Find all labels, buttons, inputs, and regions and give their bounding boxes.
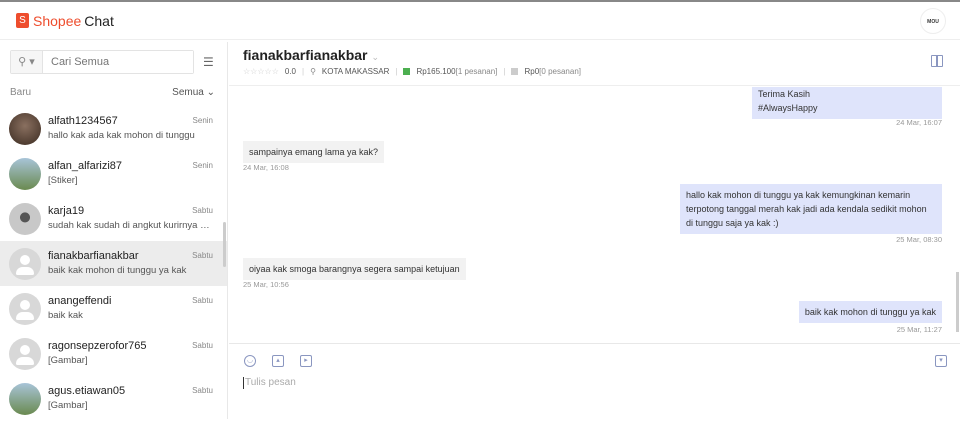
location-icon: ⚲ (310, 67, 316, 76)
profile-avatar[interactable]: MOU (920, 8, 946, 34)
composer: ◡ ▴ ▸ ▾ Tulis pesan (229, 343, 960, 419)
video-icon[interactable]: ▸ (300, 355, 312, 367)
timestamp: Sabtu (192, 296, 213, 305)
conversation-item[interactable]: agus.etiawan05 [Gambar] Sabtu (0, 376, 227, 421)
buyer-info: ☆☆☆☆☆ 0.0 | ⚲ KOTA MAKASSAR | Rp165.100[1 p… (243, 67, 581, 76)
message-preview: [Gambar] (48, 355, 88, 366)
timestamp: Senin (192, 161, 213, 170)
sort-label: Baru (10, 87, 32, 98)
conversation-item-selected[interactable]: fianakbarfianakbar baik kak mohon di tung… (0, 241, 227, 286)
default-avatar-icon (9, 338, 41, 370)
unpaid-orders: [0 pesanan] (539, 67, 581, 76)
avatar (9, 113, 41, 145)
conversation-item[interactable]: alfath1234567 hallo kak ada kak mohon di … (0, 106, 227, 151)
timestamp: Sabtu (192, 341, 213, 350)
shopee-bag-icon: S (16, 13, 29, 28)
contact-name-text: fianakbarfianakbar (243, 47, 368, 63)
paid-amount: Rp165.100 (416, 67, 456, 76)
message-list: Terima Kasih #AlwaysHappy 24 Mar, 16:07 … (229, 87, 960, 343)
chat-header: fianakbarfianakbar ⌄ ☆☆☆☆☆ 0.0 | ⚲ KOTA MAK… (229, 42, 960, 86)
chat-contact-name[interactable]: fianakbarfianakbar ⌄ (243, 47, 379, 63)
sent-message: Terima Kasih #AlwaysHappy (752, 87, 942, 119)
default-avatar-icon (9, 248, 41, 280)
contact-name: fianakbarfianakbar (48, 250, 139, 262)
conversation-item[interactable]: ragonsepzerofor765 [Gambar] Sabtu (0, 331, 227, 376)
toggle-panel-icon[interactable] (931, 55, 943, 67)
unpaid-amount: Rp0 (524, 67, 540, 76)
message-preview: [Gambar] (48, 400, 88, 411)
message-preview: [Stiker] (48, 175, 78, 186)
received-message: sampainya emang lama ya kak? (243, 141, 385, 163)
conversation-item[interactable]: alfan_alfarizi87 [Stiker] Senin (0, 151, 227, 196)
brand-text: Shopee (33, 12, 82, 29)
message-preview: sudah kak sudah di angkut kurirnya m... (48, 220, 210, 231)
rating-stars: ☆☆☆☆☆ (243, 67, 279, 76)
checklist-icon[interactable]: ☰ (203, 55, 214, 69)
search-icon: ⚲ (18, 56, 27, 68)
emoji-icon[interactable]: ◡ (244, 355, 256, 367)
message-preview: baik kak (48, 310, 83, 321)
paid-orders: [1 pesanan] (455, 67, 498, 76)
rating-value: 0.0 (284, 67, 296, 76)
sent-message: baik kak mohon di tunggu ya kak (798, 301, 942, 323)
timestamp: Sabtu (192, 386, 213, 395)
sent-message: hallo kak mohon di tunggu ya kak kemungk… (680, 184, 942, 234)
conversation-item[interactable]: karja19 sudah kak sudah di angkut kurirny… (0, 196, 227, 241)
shopee-chat-logo: S Shopee Chat (16, 13, 114, 29)
paid-orders-icon (403, 68, 411, 75)
city: KOTA MAKASSAR (321, 67, 390, 76)
search-input[interactable] (43, 51, 193, 73)
messages-scrollbar[interactable] (956, 272, 959, 332)
conversation-list: alfath1234567 hallo kak ada kak mohon di … (0, 106, 227, 421)
default-avatar-icon (9, 293, 41, 325)
timestamp: Sabtu (192, 206, 213, 215)
message-time: 25 Mar, 08:30 (896, 235, 942, 244)
contact-name: karja19 (48, 205, 85, 217)
search-type-dropdown[interactable]: ⚲ ▾ (11, 51, 43, 73)
message-input[interactable]: Tulis pesan (243, 377, 296, 389)
chevron-down-icon[interactable]: ⌄ (372, 52, 380, 62)
chat-text: Chat (84, 12, 114, 29)
contact-name: alfan_alfarizi87 (48, 160, 122, 172)
message-time: 25 Mar, 11:27 (896, 325, 942, 334)
avatar (9, 383, 41, 415)
contact-name: agus.etiawan05 (48, 385, 126, 397)
timestamp: Sabtu (192, 251, 213, 260)
contact-name: alfath1234567 (48, 115, 118, 127)
conversation-item[interactable]: anangeffendi baik kak Sabtu (0, 286, 227, 331)
image-icon[interactable]: ▴ (272, 355, 284, 367)
search-box: ⚲ ▾ (10, 50, 194, 74)
sidebar-scrollbar[interactable] (223, 222, 226, 267)
received-message: oiyaa kak smoga barangnya segera sampai … (243, 258, 466, 280)
filter-dropdown[interactable]: Semua ⌄ (172, 87, 215, 98)
message-preview: hallo kak ada kak mohon di tunggu (48, 130, 195, 141)
unpaid-orders-icon (511, 68, 519, 75)
message-preview: baik kak mohon di tunggu ya kak (48, 265, 187, 276)
message-time: 24 Mar, 16:08 (243, 163, 289, 172)
message-time: 24 Mar, 16:07 (896, 118, 942, 127)
quick-reply-icon[interactable]: ▾ (935, 355, 947, 367)
contact-name: anangeffendi (48, 295, 112, 307)
avatar (9, 158, 41, 190)
top-bar: S Shopee Chat MOU (0, 2, 960, 40)
contact-name: ragonsepzerofor765 (48, 340, 147, 352)
avatar (9, 203, 41, 235)
message-time: 25 Mar, 10:56 (243, 280, 289, 289)
conversation-sidebar: ⚲ ▾ ☰ Baru Semua ⌄ alfath1234567 hallo ka… (0, 42, 228, 419)
timestamp: Senin (192, 116, 213, 125)
